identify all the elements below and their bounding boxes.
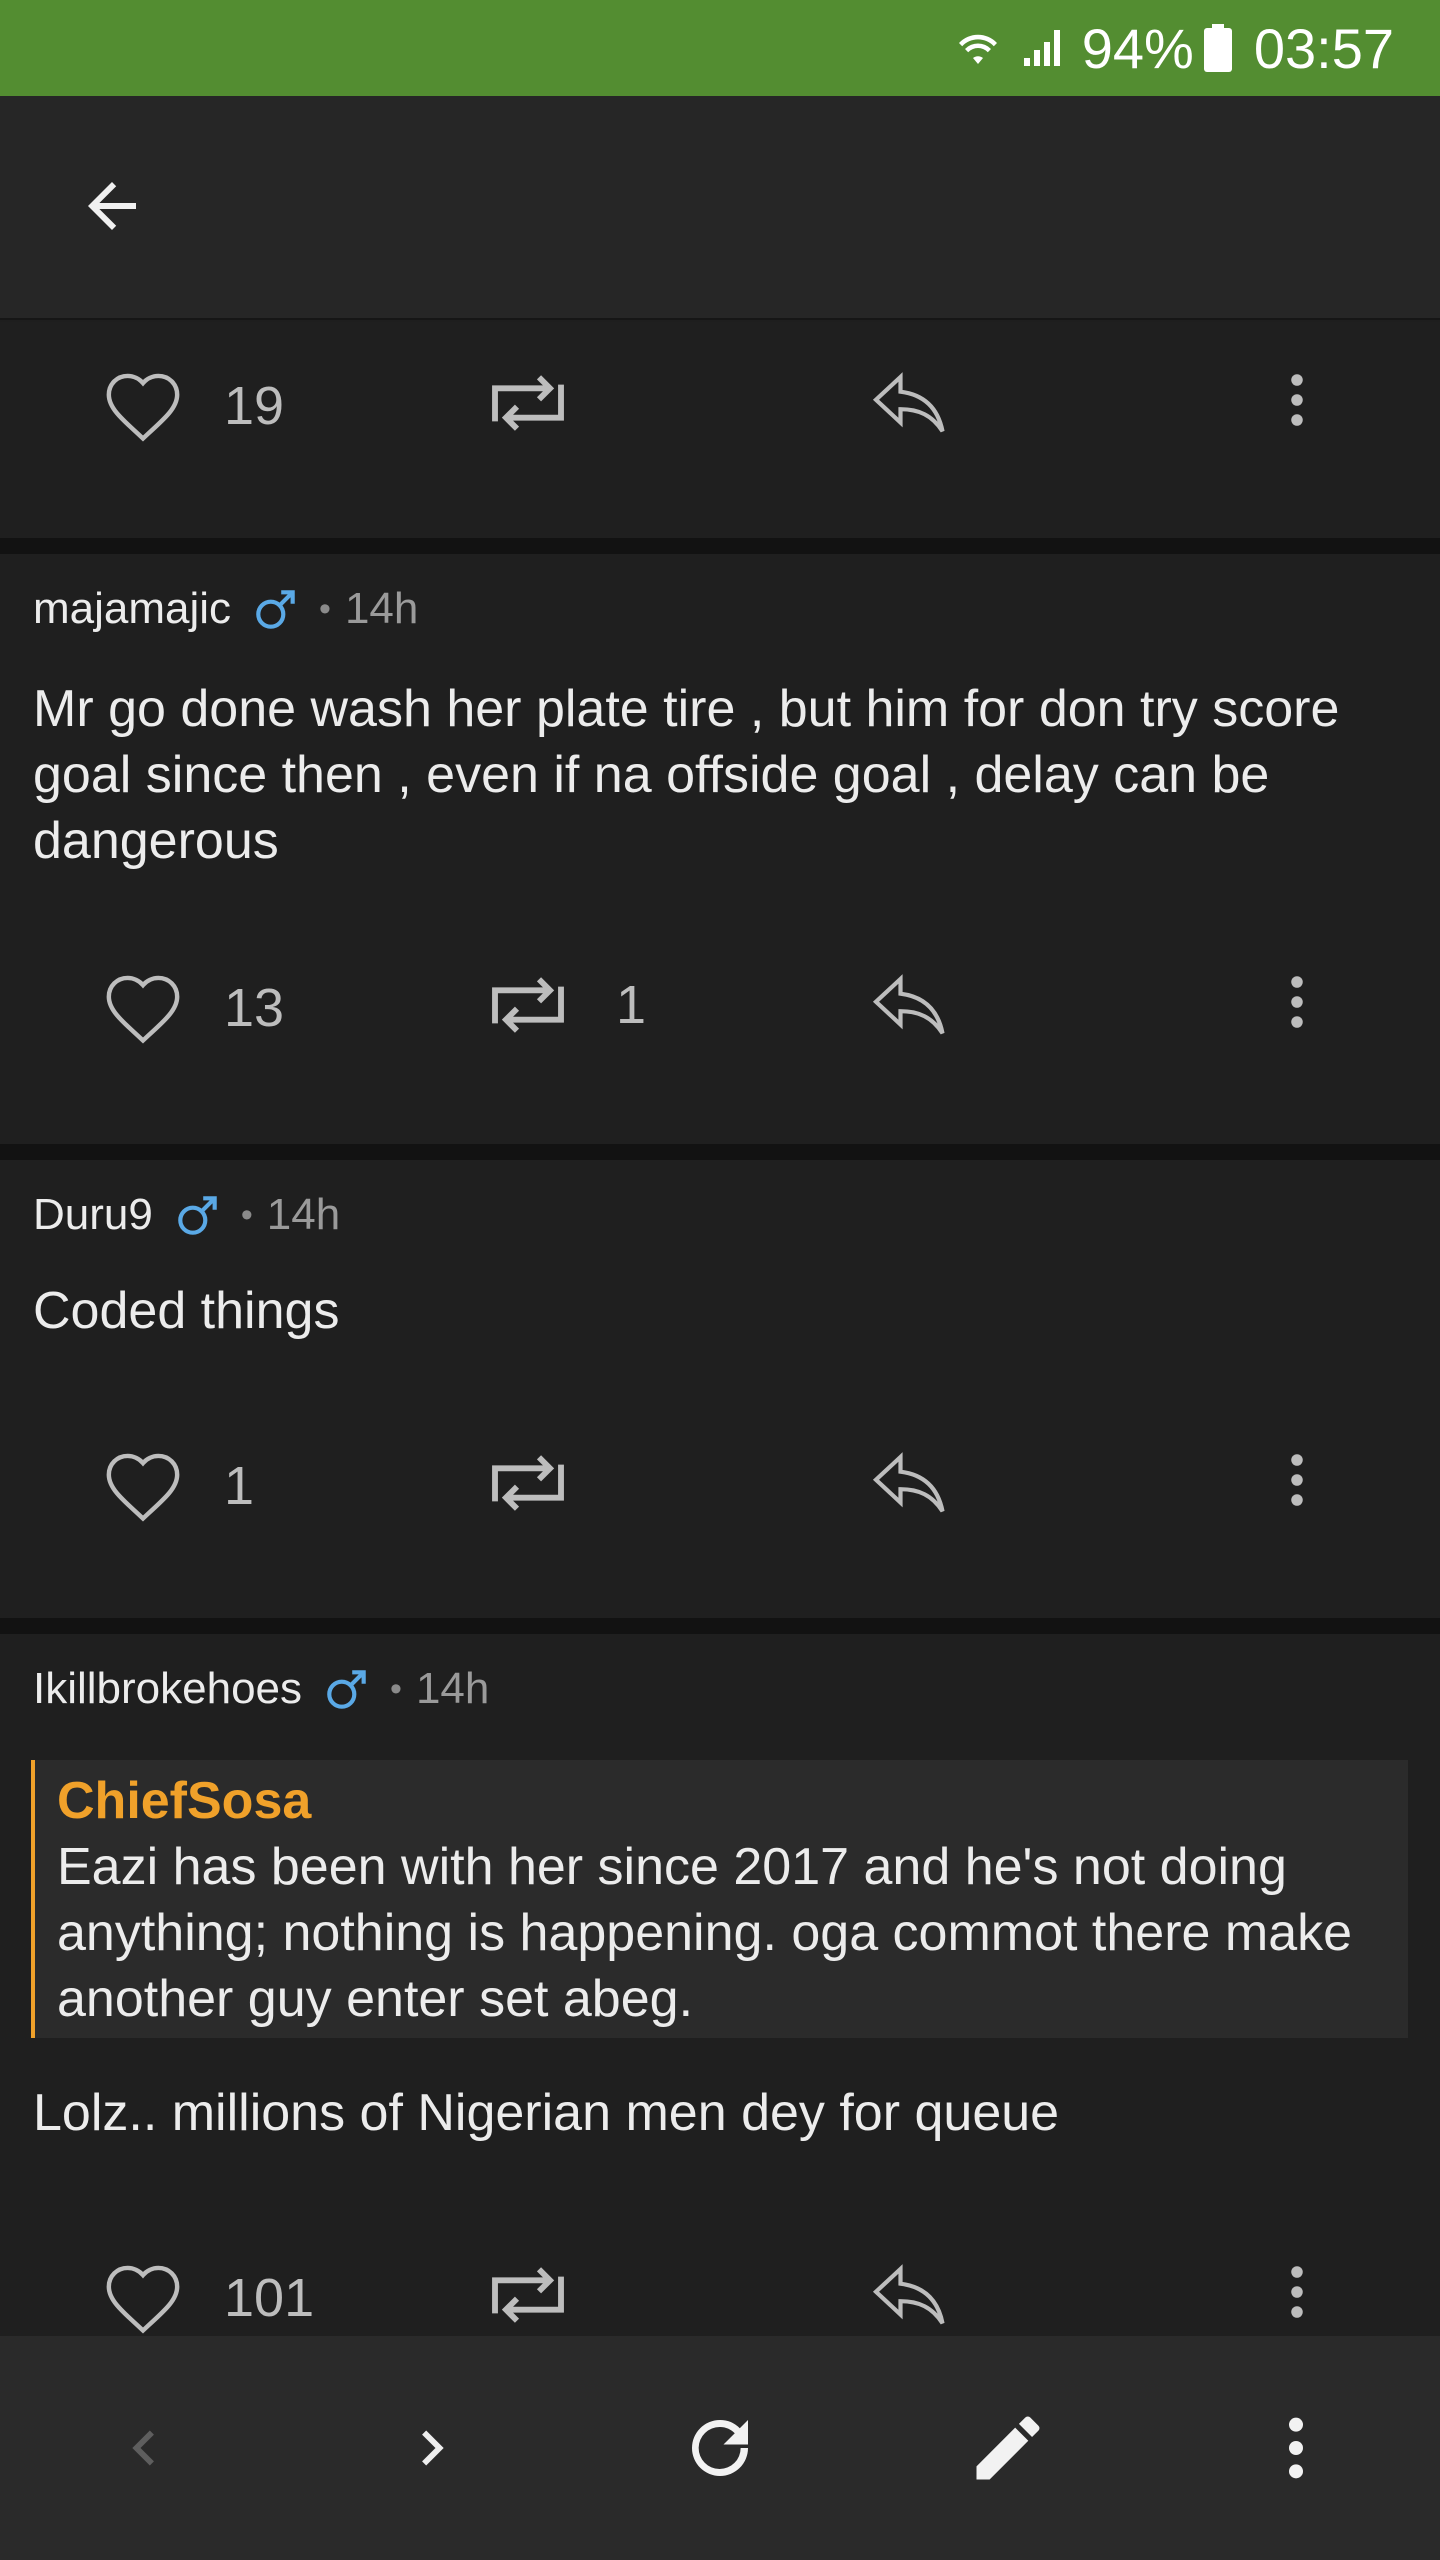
card-separator <box>0 1144 1440 1160</box>
quoted-comment: ChiefSosa Eazi has been with her since 2… <box>31 1760 1408 2038</box>
more-vertical-icon <box>1291 1454 1303 1506</box>
heart-icon <box>106 1453 180 1522</box>
more-options-button[interactable] <box>1272 972 1322 1032</box>
male-symbol-icon <box>256 590 295 629</box>
like-count: 101 <box>224 2268 315 2328</box>
action-row: 101 <box>0 2262 1440 2336</box>
refresh-icon <box>692 2420 748 2476</box>
more-vertical-icon <box>1291 2266 1303 2318</box>
comment-card: 19 <box>0 322 1440 538</box>
next-page-button[interactable] <box>382 2398 482 2498</box>
comment-text: Coded things <box>33 1282 340 1340</box>
timestamp: 14h <box>415 1664 490 1713</box>
more-vertical-icon <box>1291 976 1303 1028</box>
like-button[interactable]: 1 <box>102 1450 254 1522</box>
clock: 03:57 <box>1253 16 1394 80</box>
like-count: 1 <box>224 1456 255 1516</box>
like-button[interactable]: 19 <box>102 370 284 442</box>
repost-icon <box>492 1455 564 1511</box>
repost-button[interactable] <box>480 2262 616 2328</box>
timestamp: 14h <box>344 584 419 633</box>
heart-icon <box>106 2265 180 2334</box>
comment-text: Mr go done wash her plate tire , but him… <box>33 680 1340 870</box>
signal-icon <box>1023 30 1060 66</box>
repost-icon <box>492 375 564 431</box>
comment-header: Duru9 • 14h <box>33 1190 340 1240</box>
repost-icon <box>492 2267 564 2323</box>
repost-button[interactable] <box>480 1450 616 1516</box>
action-row: 1 <box>0 1450 1440 1550</box>
like-button[interactable]: 101 <box>102 2262 314 2334</box>
quote-author[interactable]: ChiefSosa <box>57 1768 1388 1834</box>
reply-icon <box>872 974 945 1035</box>
timestamp: 14h <box>266 1190 341 1239</box>
bottom-toolbar <box>0 2336 1440 2560</box>
more-options-button[interactable] <box>1272 370 1322 430</box>
username[interactable]: Duru9 <box>33 1190 153 1240</box>
heart-icon <box>106 975 180 1044</box>
like-button[interactable]: 13 <box>102 972 284 1044</box>
wifi-icon <box>958 34 997 64</box>
more-vertical-icon <box>1291 374 1303 426</box>
male-symbol-icon <box>178 1196 217 1235</box>
back-button[interactable] <box>62 156 162 256</box>
reply-icon <box>872 372 945 433</box>
username[interactable]: Ikillbrokehoes <box>33 1664 302 1714</box>
repost-count: 1 <box>616 975 647 1035</box>
repost-button[interactable] <box>480 370 616 436</box>
battery-icon <box>1203 24 1232 72</box>
reply-button[interactable] <box>868 370 954 440</box>
arrow-left-icon <box>88 182 136 230</box>
comment-card: majamajic • 14h Mr go done wash her plat… <box>0 554 1440 1144</box>
compose-button[interactable] <box>958 2398 1058 2498</box>
username[interactable]: majamajic <box>33 584 231 634</box>
more-options-button[interactable] <box>1272 1450 1322 1510</box>
reply-icon <box>872 2264 945 2325</box>
overflow-menu-button[interactable] <box>1246 2398 1346 2498</box>
previous-page-button[interactable] <box>94 2398 194 2498</box>
card-separator <box>0 1618 1440 1634</box>
status-bar: 94% 03:57 <box>0 0 1440 96</box>
quote-text: Eazi has been with her since 2017 and he… <box>57 1838 1353 2028</box>
comment-header: majamajic • 14h <box>33 584 418 634</box>
separator-dot: • <box>319 589 331 628</box>
more-vertical-icon <box>1289 2417 1303 2479</box>
comment-feed: 19 majamajic • 14h Mr go done wash her p… <box>0 322 1440 2336</box>
reply-button[interactable] <box>868 972 954 1042</box>
heart-icon <box>106 373 180 442</box>
chevron-right-icon <box>422 2430 444 2466</box>
chevron-left-icon <box>132 2430 154 2466</box>
pencil-icon <box>976 2416 1040 2480</box>
repost-button[interactable]: 1 <box>480 972 646 1038</box>
refresh-button[interactable] <box>670 2398 770 2498</box>
battery-percent: 94% <box>1081 16 1194 80</box>
action-row: 13 1 <box>0 972 1440 1072</box>
repost-icon <box>492 977 564 1033</box>
separator-dot: • <box>240 1195 253 1234</box>
reply-icon <box>872 1452 945 1513</box>
male-symbol-icon <box>327 1670 366 1709</box>
card-separator <box>0 538 1440 554</box>
comment-card: Ikillbrokehoes • 14h ChiefSosa Eazi has … <box>0 1634 1440 2336</box>
like-count: 13 <box>224 978 285 1038</box>
reply-button[interactable] <box>868 1450 954 1520</box>
more-options-button[interactable] <box>1272 2262 1322 2322</box>
comment-header: Ikillbrokehoes • 14h <box>33 1664 489 1714</box>
app-bar <box>0 96 1440 320</box>
action-row: 19 <box>0 370 1440 470</box>
reply-button[interactable] <box>868 2262 954 2332</box>
like-count: 19 <box>224 376 285 436</box>
comment-text: Lolz.. millions of Nigerian men dey for … <box>33 2084 1060 2142</box>
separator-dot: • <box>390 1669 402 1708</box>
comment-card: Duru9 • 14h Coded things 1 <box>0 1160 1440 1618</box>
